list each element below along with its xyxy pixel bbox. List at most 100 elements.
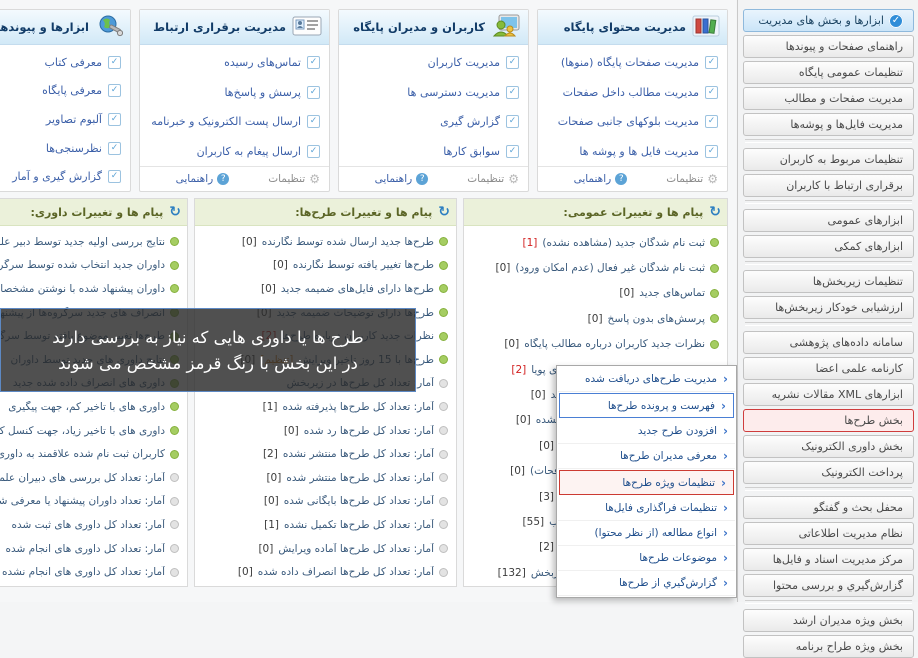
checkbox-icon[interactable]: ✓: [108, 84, 121, 97]
message-label[interactable]: آمار: تعداد کل داوری های انجام نشده: [2, 566, 165, 578]
message-label[interactable]: ثبت نام شدگان غیر فعال (عدم امکان ورود): [515, 262, 705, 274]
message-label[interactable]: آمار: تعداد کل داوری های ثبت شده: [11, 519, 165, 531]
settings-link[interactable]: ⚙تنظیمات: [666, 172, 718, 186]
module-link-2-0[interactable]: ✓تماس‌های رسیده: [149, 50, 320, 76]
context-menu-item-8[interactable]: ‹گزارش‌گیري از طرح‌ها: [558, 571, 735, 596]
sidebar-item-1[interactable]: راهنمای صفحات و پیوندها: [743, 35, 914, 58]
sidebar-item-13[interactable]: ابزارهای XML مقالات نشریه: [743, 383, 914, 406]
sidebar-item-20[interactable]: گزارش‌گیري و بررسی محتوا: [743, 574, 914, 597]
sidebar-item-12[interactable]: کارنامه علمی اعضا: [743, 357, 914, 380]
refresh-icon[interactable]: ↻: [438, 205, 450, 219]
message-label[interactable]: فحات): [530, 465, 559, 477]
sidebar-item-16[interactable]: پرداخت الکترونیک: [743, 461, 914, 484]
message-label[interactable]: طرح‌ها دارای فایل‌های ضمیمه جدید: [281, 283, 434, 295]
sidebar-item-21[interactable]: بخش ویژه مدیران ارشد: [743, 609, 914, 632]
checkbox-icon[interactable]: ✓: [705, 115, 718, 128]
checkbox-icon[interactable]: ✓: [108, 113, 121, 126]
sidebar-item-3[interactable]: مدیریت صفحات و مطالب: [743, 87, 914, 110]
module-link-3-2[interactable]: ✓آلبوم تصاویر: [0, 106, 121, 132]
context-menu-item-0[interactable]: ‹مدیریت طرح‌های دریافت شده: [558, 367, 735, 392]
message-label[interactable]: نتایج بررسی اولیه جدید توسط دبیر علمی: [0, 236, 165, 248]
message-label[interactable]: آمار: تعداد کل طرح‌ها رد شده: [304, 425, 434, 437]
message-label[interactable]: آمار: تعداد داوران پیشنهاد یا معرفی شده: [0, 495, 165, 507]
help-link[interactable]: ?راهنمایی: [375, 173, 429, 185]
module-link-0-0[interactable]: ✓مدیریت صفحات پایگاه (منوها): [547, 50, 718, 76]
sidebar-item-22[interactable]: بخش ویژه طراح برنامه: [743, 635, 914, 658]
module-link-0-2[interactable]: ✓مدیریت بلوکهای جانبی صفحات: [547, 109, 718, 135]
module-link-1-3[interactable]: ✓سوابق کارها: [348, 138, 519, 164]
sidebar-item-2[interactable]: تنظیمات عمومی پایگاه: [743, 61, 914, 84]
sidebar-item-15[interactable]: بخش داوری الکترونیک: [743, 435, 914, 458]
refresh-icon[interactable]: ↻: [709, 205, 721, 219]
checkbox-icon[interactable]: ✓: [307, 56, 320, 69]
context-menu-item-1[interactable]: ‹فهرست و پرونده طرح‌ها: [559, 393, 734, 418]
context-menu-item-3[interactable]: ‹معرفی مدیران طرح‌ها: [558, 444, 735, 469]
module-link-3-1[interactable]: ✓معرفی پایگاه: [0, 78, 121, 104]
message-label[interactable]: داوری های با تاخیر زیاد، جهت کنسل کردن: [0, 425, 165, 437]
message-label[interactable]: داوران پیشنهاد شده با نوشتن مشخصات: [0, 283, 165, 295]
checkbox-icon[interactable]: ✓: [108, 142, 121, 155]
sidebar-item-6[interactable]: برقراری ارتباط با کاربران: [743, 174, 914, 197]
module-link-3-3[interactable]: ✓نظرسنجی‌ها: [0, 135, 121, 161]
message-label[interactable]: داوری های با تاخیر کم، جهت پیگیری: [8, 401, 165, 413]
message-label[interactable]: پرسش‌های بدون پاسخ: [608, 313, 705, 325]
message-label[interactable]: ربخش: [531, 567, 559, 579]
refresh-icon[interactable]: ↻: [169, 205, 181, 219]
context-menu-item-7[interactable]: ‹موضوعات طرح‌ها: [558, 546, 735, 571]
sidebar-item-18[interactable]: نظام مدیریت اطلاعاتی: [743, 522, 914, 545]
checkbox-icon[interactable]: ✓: [506, 145, 519, 158]
message-label[interactable]: تماس‌های جدید: [639, 287, 705, 299]
sidebar-item-0[interactable]: ✓ابزارها و بخش های مدیریت: [743, 9, 914, 32]
module-link-3-0[interactable]: ✓معرفی کتاب: [0, 49, 121, 75]
sidebar-item-7[interactable]: ابزارهای عمومی: [743, 209, 914, 232]
checkbox-icon[interactable]: ✓: [705, 145, 718, 158]
settings-link[interactable]: ⚙تنظیمات: [268, 172, 320, 186]
checkbox-icon[interactable]: ✓: [506, 56, 519, 69]
message-label[interactable]: نظرات جدید کاربران درباره مطالب پایگاه: [524, 338, 705, 350]
message-label[interactable]: طرح‌ها تغییر یافته توسط نگارنده: [293, 259, 434, 271]
checkbox-icon[interactable]: ✓: [307, 115, 320, 128]
checkbox-icon[interactable]: ✓: [506, 115, 519, 128]
checkbox-icon[interactable]: ✓: [705, 56, 718, 69]
checkbox-icon[interactable]: ✓: [307, 86, 320, 99]
message-label[interactable]: ثبت نام شدگان جدید (مشاهده نشده): [542, 237, 705, 249]
sidebar-item-9[interactable]: تنظیمات زیربخش‌ها: [743, 270, 914, 293]
context-menu-item-4[interactable]: ‹تنظیمات ویژه طرح‌ها: [559, 470, 734, 495]
message-label[interactable]: طرح‌ها جدید ارسال شده توسط نگارنده: [262, 236, 434, 248]
module-link-3-4[interactable]: ✓گزارش گیری و آمار: [0, 164, 121, 190]
sidebar-item-17[interactable]: محفل بحث و گفتگو: [743, 496, 914, 519]
message-label[interactable]: داوران جدید انتخاب شده توسط سرگروه: [0, 259, 165, 271]
message-label[interactable]: آمار: تعداد کل داوری های انجام شده: [6, 543, 165, 555]
checkbox-icon[interactable]: ✓: [108, 56, 121, 69]
checkbox-icon[interactable]: ✓: [506, 86, 519, 99]
sidebar-item-11[interactable]: سامانه داده‌های پژوهشی: [743, 331, 914, 354]
sidebar-item-10[interactable]: ارزشیابی خودکار زیربخش‌ها: [743, 296, 914, 319]
message-label[interactable]: آمار: تعداد کل طرح‌ها منتشر شده: [286, 472, 434, 484]
module-link-2-3[interactable]: ✓ارسال پیغام به کاربران: [149, 138, 320, 164]
context-menu-item-2[interactable]: ‹افزودن طرح جدید: [558, 419, 735, 444]
sidebar-item-8[interactable]: ابزارهای کمکی: [743, 235, 914, 258]
message-label[interactable]: آمار: تعداد کل طرح‌ها تکمیل نشده: [284, 519, 434, 531]
message-label[interactable]: آمار: تعداد کل طرح‌ها آماده ویرایش: [278, 543, 434, 555]
help-link[interactable]: ?راهنمایی: [574, 173, 628, 185]
context-menu-item-6[interactable]: ‹انواع مطالعه (از نظر محتوا): [558, 521, 735, 546]
module-link-1-1[interactable]: ✓مدیریت دسترسی ها: [348, 79, 519, 105]
message-label[interactable]: آمار: تعداد کل طرح‌ها بایگانی شده: [284, 495, 434, 507]
module-link-0-1[interactable]: ✓مدیریت مطالب داخل صفحات: [547, 79, 718, 105]
checkbox-icon[interactable]: ✓: [705, 86, 718, 99]
context-menu-item-5[interactable]: ‹تنظیمات فراگذاری فایل‌ها: [558, 496, 735, 521]
module-link-1-0[interactable]: ✓مدیریت کاربران: [348, 50, 519, 76]
help-link[interactable]: ?راهنمایی: [176, 173, 230, 185]
message-label[interactable]: آمار: تعداد کل بررسی های دبیران علمی: [0, 472, 165, 484]
module-link-2-1[interactable]: ✓پرسش و پاسخ‌ها: [149, 79, 320, 105]
sidebar-item-14[interactable]: بخش طرح‌ها: [743, 409, 914, 432]
module-link-2-2[interactable]: ✓ارسال پست الکترونیک و خبرنامه: [149, 109, 320, 135]
message-label[interactable]: کاربران ثبت نام شده علاقمند به داوری: [0, 448, 165, 460]
checkbox-icon[interactable]: ✓: [307, 145, 320, 158]
sidebar-item-19[interactable]: مرکز مدیریت اسناد و فایل‌ها: [743, 548, 914, 571]
message-label[interactable]: آمار: تعداد کل طرح‌ها منتشر نشده: [283, 448, 434, 460]
settings-link[interactable]: ⚙تنظیمات: [467, 172, 519, 186]
module-link-1-2[interactable]: ✓گزارش گیری: [348, 109, 519, 135]
message-label[interactable]: آمار: تعداد کل طرح‌ها انصراف داده شده: [258, 566, 434, 578]
module-link-0-3[interactable]: ✓مدیریت فایل ها و پوشه ها: [547, 138, 718, 164]
